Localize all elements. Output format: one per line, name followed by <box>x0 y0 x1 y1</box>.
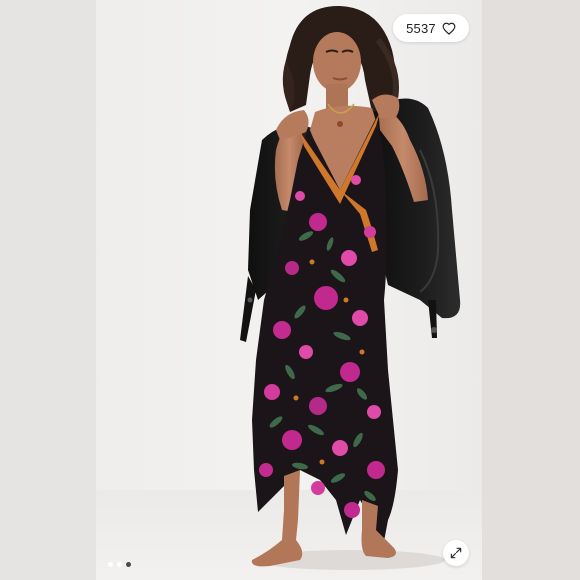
heart-outline-icon <box>442 22 456 35</box>
like-count: 5537 <box>406 20 436 36</box>
expand-arrows-icon <box>450 547 462 559</box>
like-button[interactable]: 5537 <box>393 14 469 42</box>
product-photo <box>240 5 461 570</box>
model-face <box>313 32 361 110</box>
carousel-indicator <box>108 562 131 567</box>
carousel-dot-2[interactable] <box>117 562 122 567</box>
carousel-dot-3-active[interactable] <box>126 562 131 567</box>
product-image-viewer[interactable]: 5537 <box>0 0 580 580</box>
carousel-dot-1[interactable] <box>108 562 113 567</box>
expand-button[interactable] <box>443 540 469 566</box>
